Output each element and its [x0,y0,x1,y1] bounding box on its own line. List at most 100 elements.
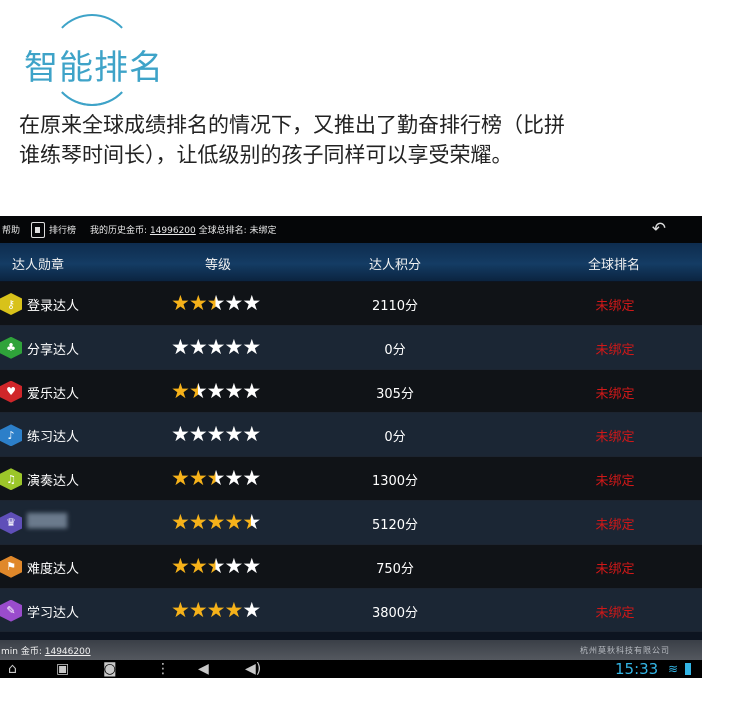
star-icon: ★ [224,509,243,534]
global-rank-value: 未绑定 [595,342,635,358]
table-row[interactable]: ⚷ 登录达人 ★★★★★ 2110分 未绑定 [0,282,702,326]
table-row[interactable]: ✎ 学习达人 ★★★★★ 3800分 未绑定 [0,588,702,633]
wifi-icon: ≋ [668,662,679,676]
heart-icon: ♥ [0,380,22,403]
score-value: 750分 [376,561,414,577]
level-stars: ★★★★★ [171,334,261,359]
global-rank-value: 未绑定 [595,561,635,577]
back-arrow-icon[interactable]: ↶ [652,221,666,238]
badge-name: 学习达人 [27,605,80,621]
menu-icon[interactable]: ⋮ [156,661,170,677]
footer-bar: min 金币: 14946200 杭州莫秋科技有限公司 [0,640,702,660]
key-icon: ⚷ [0,293,22,315]
help-link[interactable]: 帮助 [2,223,20,236]
star-icon: ★ [188,291,208,315]
star-icon: ★ [206,509,226,534]
camera-icon[interactable]: ◙ [103,661,117,677]
star-icon: ★ [171,334,190,359]
star-icon: ★ [242,291,261,315]
star-icon: ★ [171,378,190,403]
star-icon: ★ [224,422,243,447]
global-rank-value: 未绑定 [595,474,635,490]
global-rank-value: 未绑定 [595,299,635,314]
global-rank-value: 未绑定 [595,430,635,446]
battery-icon [685,663,691,675]
level-stars: ★★★★★ [171,466,261,491]
ranking-table: ⚷ 登录达人 ★★★★★ 2110分 未绑定 ♣ 分享达人 ★★★★★ 0分 未绑定 ♥ 爱乐达人 ★★… [0,282,702,633]
star-icon: ★ [242,509,261,534]
pen-icon: ✎ [0,599,22,622]
star-icon: ★ [224,466,243,491]
star-icon: ★ [171,422,190,447]
star-icon: ★ [242,553,261,578]
score-value: 0分 [384,430,406,446]
star-icon: ★ [206,466,226,491]
badge-name: 难度达人 [27,561,80,577]
star-icon: ★ [242,597,261,622]
table-row[interactable]: ♥ 爱乐达人 ★★★★★ 305分 未绑定 [0,369,702,414]
star-icon: ★ [171,291,190,315]
system-navbar: ⌂ ▣ ◙ ⋮ ◀ ◀) 15:33 ≋ [0,660,702,678]
gold-value: 14946200 [44,647,91,657]
star-icon: ★ [206,422,226,447]
column-header-rank: 全球排名 [588,258,641,273]
badge-name: 登录达人 [27,299,80,314]
table-row[interactable]: ♫ 演奏达人 ★★★★★ 1300分 未绑定 [0,457,702,501]
back-icon[interactable]: ⌂ [8,661,17,677]
badge-name: 演奏达人 [27,474,80,490]
level-stars: ★★★★★ [171,509,261,534]
table-row[interactable]: ♛ ████ ★★★★★ 5120分 未绑定 [0,500,702,545]
level-stars: ★★★★★ [171,597,261,622]
history-coins-text: 我的历史金币: 14996200 全球总排名: 未绑定 [90,223,277,236]
column-header-level: 等级 [205,258,232,273]
page-description: 在原来全球成绩排名的情况下，又推出了勤奋排行榜（比拼谁练琴时间长），让低级别的孩… [19,113,565,167]
star-icon: ★ [171,466,190,491]
star-icon: ★ [206,553,226,578]
star-icon: ★ [188,378,208,403]
crown-icon: ♛ [0,511,22,534]
badge-name: ████ [27,513,67,529]
star-icon: ★ [206,334,226,359]
volume-up-icon[interactable]: ◀) [245,661,261,677]
company-name: 杭州莫秋科技有限公司 [580,646,670,655]
volume-down-icon[interactable]: ◀ [198,661,209,677]
star-icon: ★ [188,553,208,578]
score-value: 305分 [376,386,414,402]
tablet-screen: 帮助 排行榜 我的历史金币: 14996200 全球总排名: 未绑定 ↶ 达人勋… [0,216,702,678]
app-topbar: 帮助 排行榜 我的历史金币: 14996200 全球总排名: 未绑定 ↶ [0,216,702,243]
level-stars: ★★★★★ [171,378,261,403]
leaderboard-icon[interactable] [31,221,46,238]
score-value: 2110分 [371,299,419,314]
history-coins-label: 我的历史金币: [90,226,148,236]
star-icon: ★ [224,597,243,622]
star-icon: ★ [188,466,208,491]
flag-icon: ⚑ [0,555,22,578]
recent-apps-icon[interactable]: ▣ [56,661,69,677]
star-icon: ★ [188,334,208,359]
level-stars: ★★★★★ [171,553,261,578]
star-icon: ★ [242,422,261,447]
star-icon: ★ [171,597,190,622]
star-icon: ★ [224,378,243,403]
star-icon: ★ [206,291,226,315]
level-stars: ★★★★★ [171,291,261,315]
star-icon: ★ [206,378,226,403]
table-row[interactable]: ♣ 分享达人 ★★★★★ 0分 未绑定 [0,325,702,370]
gold-text: min 金币: 14946200 [1,644,91,657]
star-icon: ★ [171,553,190,578]
star-icon: ★ [171,509,190,534]
note-icon: ♪ [0,424,22,447]
table-row[interactable]: ⚑ 难度达人 ★★★★★ 750分 未绑定 [0,544,702,589]
score-value: 3800分 [371,605,419,621]
badge-name: 练习达人 [27,430,80,446]
star-icon: ★ [188,422,208,447]
leaderboard-tab[interactable]: 排行榜 [49,223,76,236]
star-icon: ★ [224,553,243,578]
star-icon: ★ [224,291,243,315]
table-row[interactable]: ♪ 练习达人 ★★★★★ 0分 未绑定 [0,413,702,458]
star-icon: ★ [206,597,226,622]
global-rank-value: 未绑定 [595,386,635,402]
global-rank-value: 未绑定 [595,517,635,533]
star-icon: ★ [188,509,208,534]
clover-icon: ♣ [0,336,22,359]
